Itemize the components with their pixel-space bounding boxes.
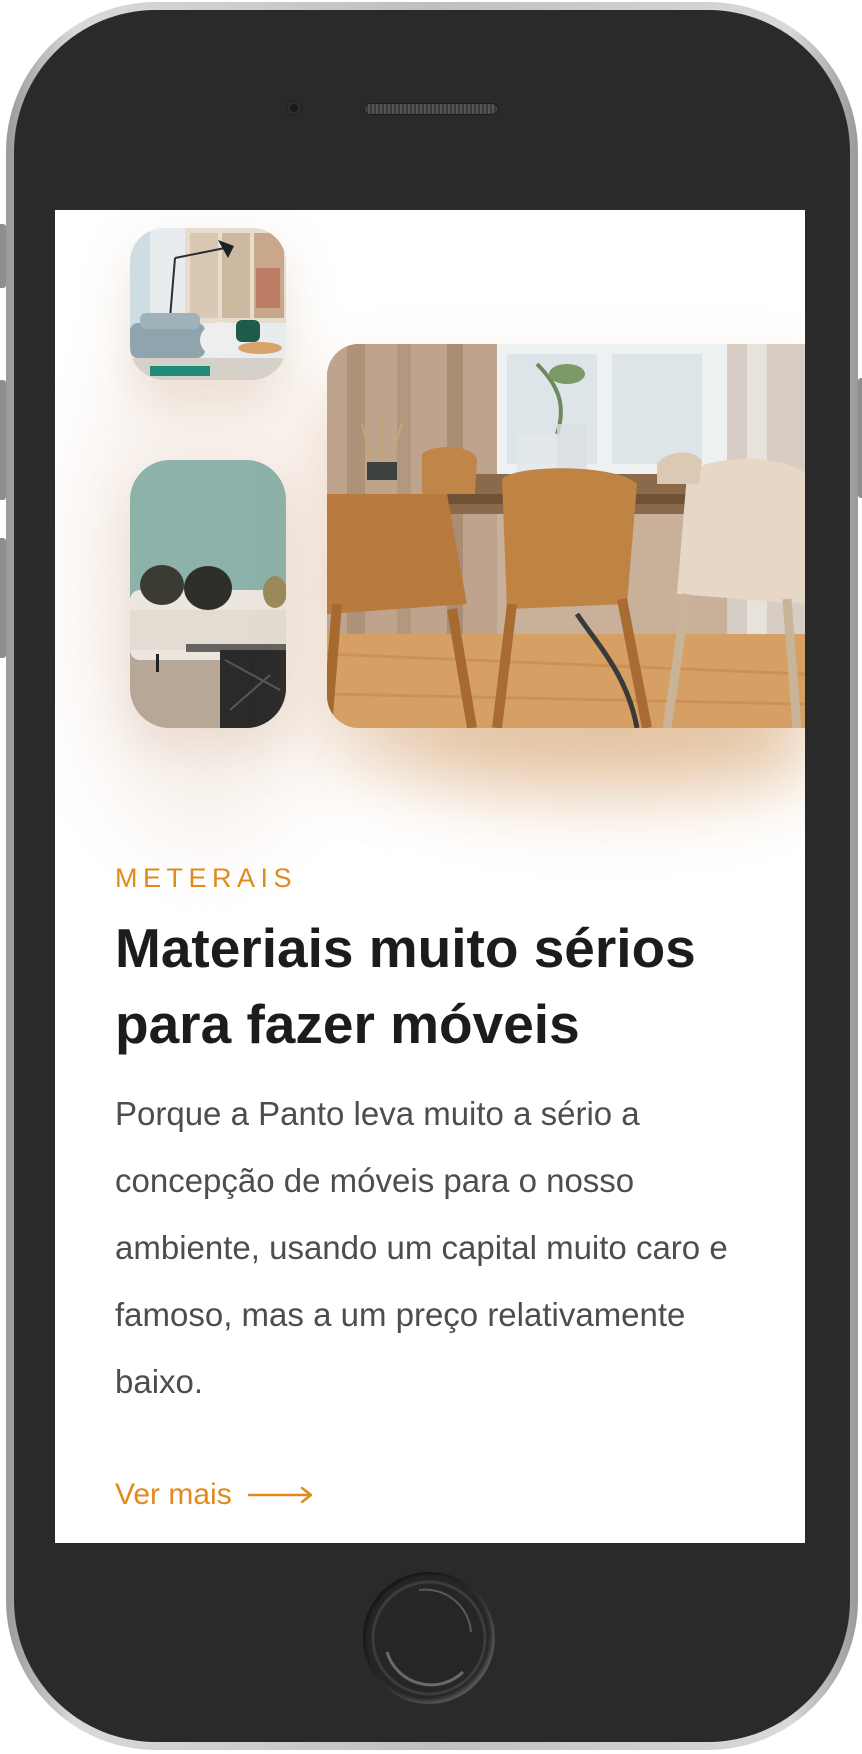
volume-down-button bbox=[0, 538, 6, 658]
dining-room-photo bbox=[327, 344, 805, 728]
home-button[interactable] bbox=[363, 1572, 495, 1704]
living-room-photo bbox=[130, 228, 286, 380]
sofa-photo bbox=[130, 460, 286, 728]
see-more-link[interactable]: Ver mais bbox=[115, 1478, 314, 1512]
home-ring-icon bbox=[371, 1580, 487, 1696]
section-title: Materiais muito sérios para fazer móveis bbox=[115, 917, 696, 1055]
screen: METERAIS Materiais muito sérios para faz… bbox=[55, 210, 805, 1543]
volume-up-button bbox=[0, 380, 6, 500]
section-eyebrow: METERAIS bbox=[115, 863, 298, 893]
section-description: Porque a Panto leva muito a sério a conc… bbox=[115, 1095, 728, 1400]
power-button bbox=[858, 378, 862, 498]
arrow-right-icon bbox=[247, 1486, 312, 1504]
earpiece-speaker bbox=[364, 103, 498, 115]
mute-switch bbox=[0, 224, 6, 288]
see-more-label: Ver mais bbox=[115, 1478, 232, 1511]
front-camera bbox=[287, 101, 301, 115]
